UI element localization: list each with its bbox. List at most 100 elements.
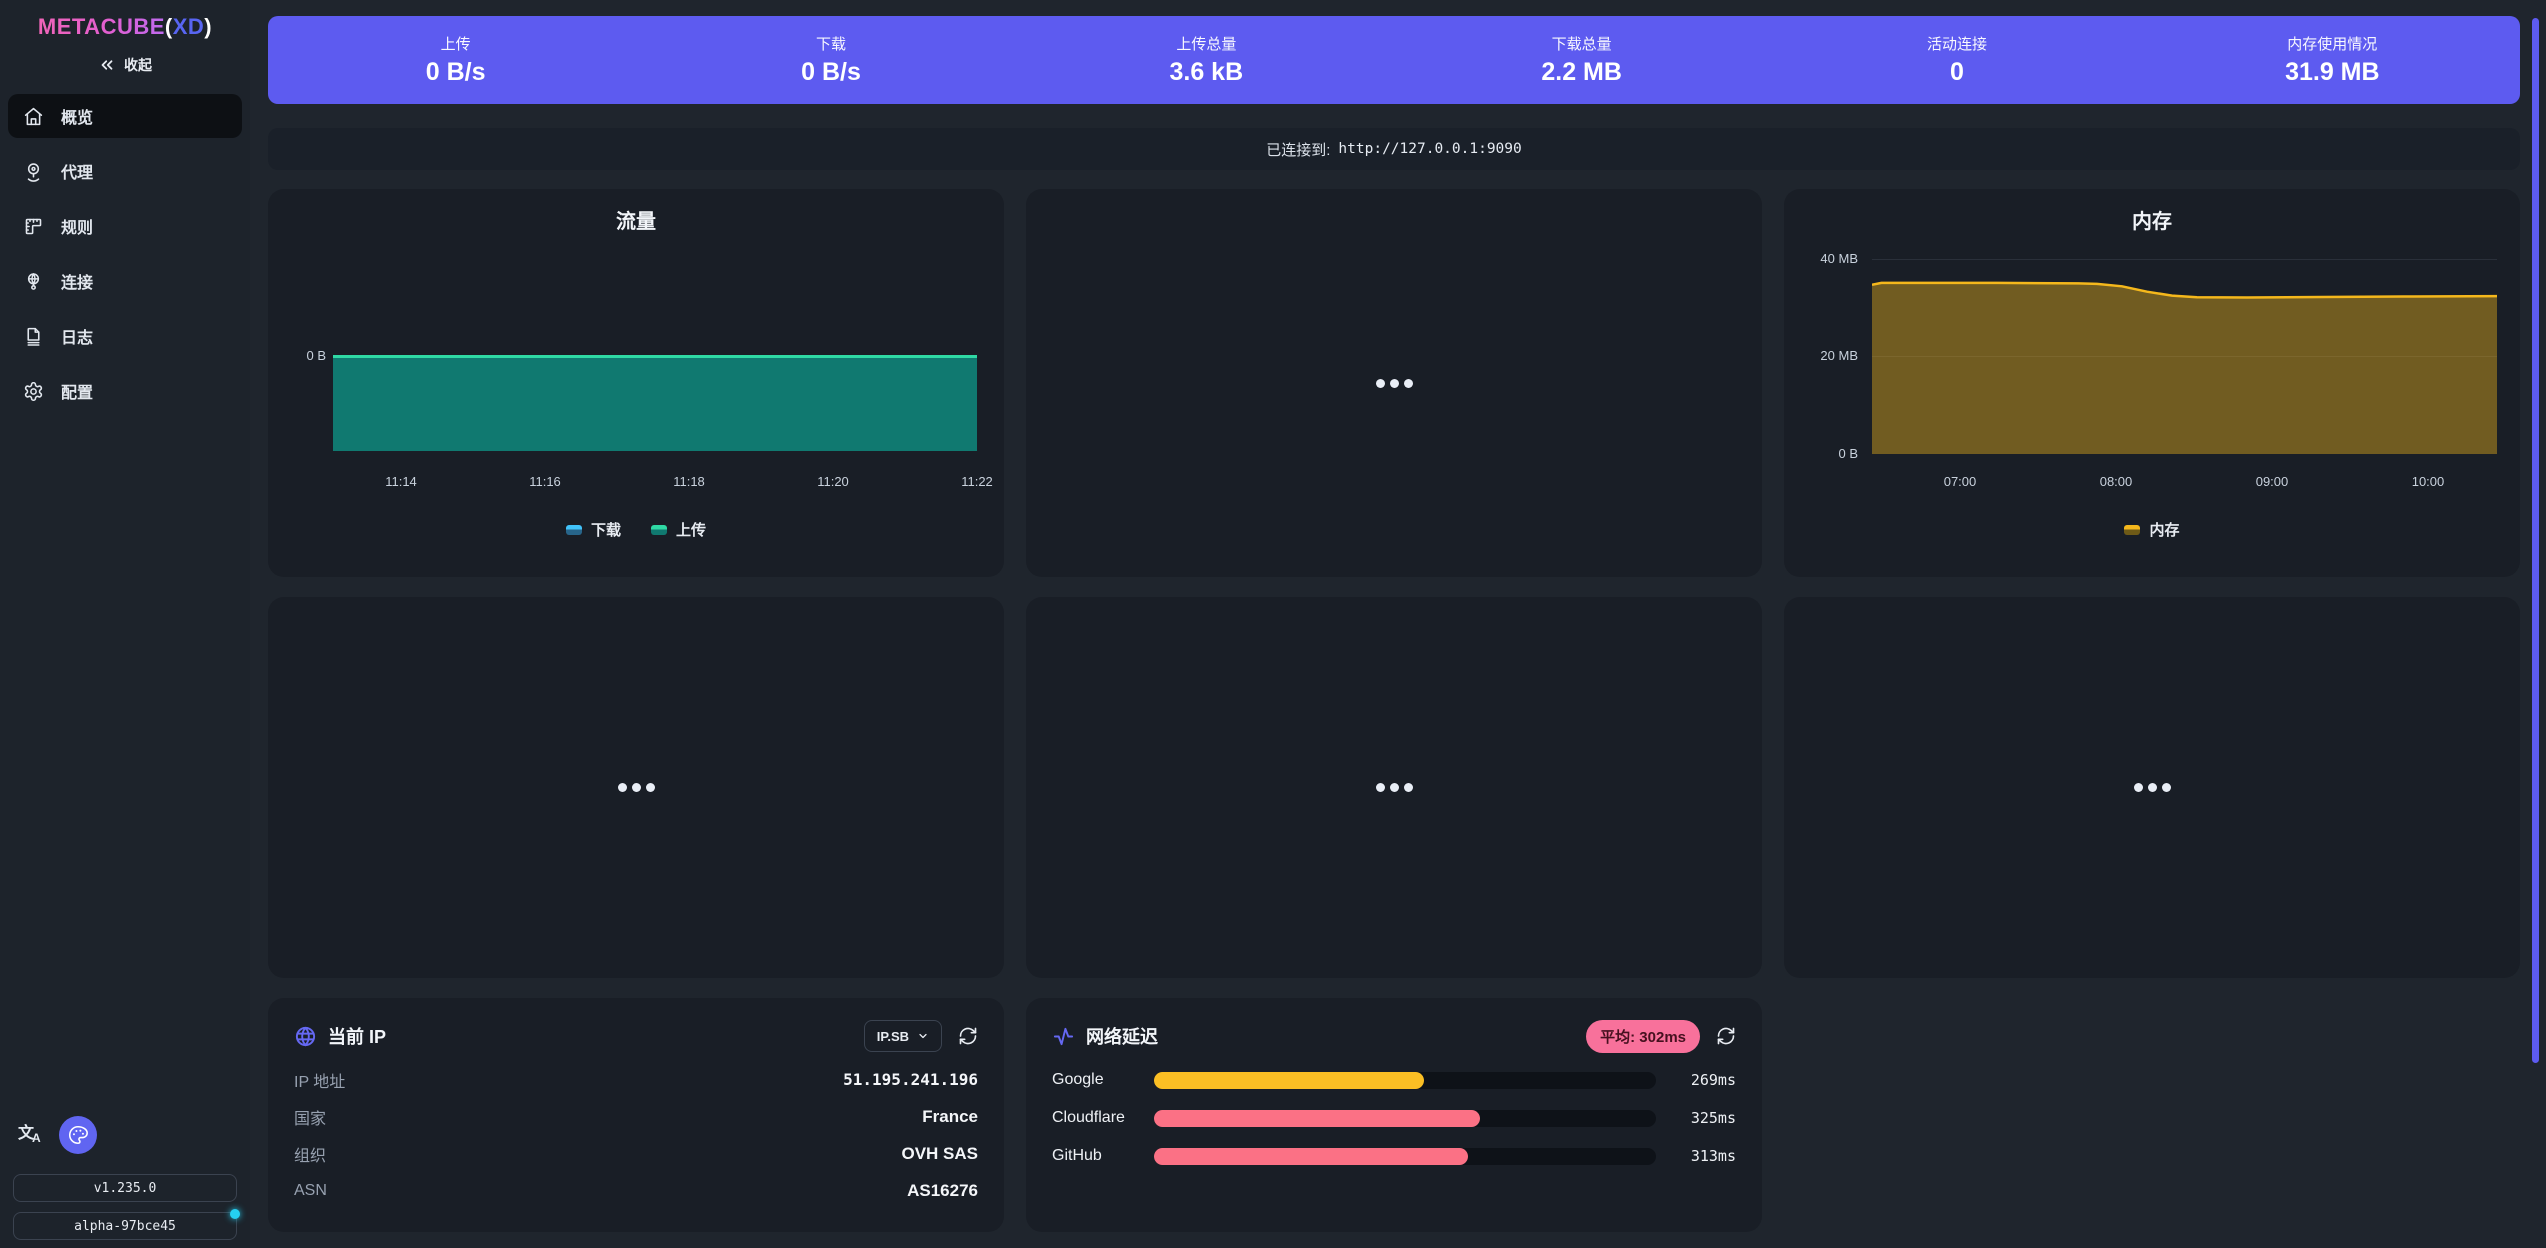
sidebar-item-overview[interactable]: 概览 — [8, 94, 242, 138]
stat-upload-total: 上传总量3.6 kB — [1019, 16, 1394, 104]
memory-legend-marker — [2124, 525, 2140, 535]
loading-card — [1026, 189, 1762, 577]
sidebar-bottom: 文A v1.235.0 alpha-97bce45 — [0, 1116, 250, 1240]
logo-brand: METACUBE — [38, 14, 165, 39]
core-version-button[interactable]: v1.235.0 — [13, 1174, 237, 1202]
backend-url: http://127.0.0.1:9090 — [1338, 141, 1521, 157]
activity-icon — [1052, 1025, 1075, 1048]
upload-legend-marker — [651, 525, 667, 535]
connected-status-bar: 已连接到: http://127.0.0.1:9090 — [268, 128, 2520, 170]
stat-download-total: 下载总量2.2 MB — [1394, 16, 1769, 104]
traffic-x-tick: 11:14 — [385, 474, 417, 489]
logo-accent: XD — [173, 14, 205, 39]
memory-x-tick: 10:00 — [2412, 474, 2445, 489]
stat-memory-usage: 内存使用情况31.9 MB — [2145, 16, 2520, 104]
latency-card-title: 网络延迟 — [1086, 1023, 1158, 1049]
memory-y-tick: 0 B — [1800, 446, 1858, 461]
language-icon[interactable]: 文A — [18, 1126, 41, 1144]
empty-grid-cell — [1784, 998, 2520, 1232]
chevrons-left-icon — [98, 56, 116, 74]
refresh-icon — [1716, 1026, 1736, 1046]
traffic-chart-title: 流量 — [268, 189, 1004, 234]
refresh-icon — [958, 1026, 978, 1046]
average-latency-badge: 平均: 302ms — [1586, 1020, 1700, 1053]
loading-dots — [1376, 783, 1413, 792]
loading-dots — [618, 783, 655, 792]
traffic-area-series — [333, 355, 977, 451]
traffic-legend: 下载 上传 — [268, 519, 1004, 540]
ip-provider-select[interactable]: IP.SB — [864, 1020, 942, 1052]
traffic-x-tick: 11:22 — [961, 474, 993, 489]
update-indicator-dot — [230, 1209, 240, 1219]
dashboard-grid: 流量 0 B 11:14 11:16 11:18 11:20 11:22 下载 … — [268, 189, 2520, 1232]
memory-x-tick: 08:00 — [2100, 474, 2133, 489]
latency-bar-fill — [1154, 1148, 1468, 1165]
memory-chart-card: 内存 40 MB 20 MB 0 B 07:00 08:00 09:00 10:… — [1784, 189, 2520, 577]
memory-x-tick: 07:00 — [1944, 474, 1977, 489]
chevron-down-icon — [917, 1030, 929, 1042]
main-content: 上传0 B/s 下载0 B/s 上传总量3.6 kB 下载总量2.2 MB 活动… — [250, 0, 2546, 1248]
latency-refresh-button[interactable] — [1716, 1026, 1736, 1046]
globe-icon — [294, 1025, 317, 1048]
network-latency-card: 网络延迟 平均: 302ms Google 269ms Cloudflare — [1026, 998, 1762, 1232]
file-text-icon — [23, 326, 44, 347]
theme-palette-button[interactable] — [59, 1116, 97, 1154]
organization-row: 组织OVH SAS — [294, 1135, 978, 1172]
legend-item-download[interactable]: 下载 — [566, 519, 621, 540]
country-row: 国家France — [294, 1098, 978, 1135]
memory-y-tick: 20 MB — [1800, 348, 1858, 363]
ui-version-button[interactable]: alpha-97bce45 — [13, 1212, 237, 1240]
memory-y-tick: 40 MB — [1800, 251, 1858, 266]
sidebar-menu: 概览 代理 规则 连接 日志 配置 — [8, 94, 242, 413]
traffic-y-tick: 0 B — [290, 348, 326, 363]
collapse-sidebar-button[interactable]: 收起 — [0, 50, 250, 80]
stat-download: 下载0 B/s — [643, 16, 1018, 104]
network-globe-icon — [23, 271, 44, 292]
asn-row: ASNAS16276 — [294, 1172, 978, 1209]
app-logo: METACUBE(XD) — [0, 14, 250, 40]
loading-card — [268, 597, 1004, 978]
memory-chart-title: 内存 — [1784, 189, 2520, 234]
legend-item-memory[interactable]: 内存 — [2124, 519, 2179, 540]
latency-bar-fill — [1154, 1072, 1424, 1089]
globe-stand-icon — [23, 161, 44, 182]
latency-bar-track — [1154, 1072, 1656, 1089]
latency-bar-track — [1154, 1148, 1656, 1165]
sidebar-item-logs[interactable]: 日志 — [8, 314, 242, 358]
latency-row-github: GitHub 313ms — [1052, 1137, 1736, 1175]
latency-bar-track — [1154, 1110, 1656, 1127]
sidebar-item-connections[interactable]: 连接 — [8, 259, 242, 303]
sidebar-item-rules[interactable]: 规则 — [8, 204, 242, 248]
sidebar: METACUBE(XD) 收起 概览 代理 规则 连接 日志 配置 — [0, 0, 250, 1248]
download-legend-marker — [566, 525, 582, 535]
traffic-x-tick: 11:16 — [529, 474, 561, 489]
memory-x-tick: 09:00 — [2256, 474, 2289, 489]
home-icon — [23, 106, 44, 127]
traffic-x-tick: 11:18 — [673, 474, 705, 489]
latency-row-google: Google 269ms — [1052, 1061, 1736, 1099]
gear-icon — [23, 381, 44, 402]
scrollbar-thumb[interactable] — [2532, 18, 2539, 1063]
collapse-label: 收起 — [124, 55, 152, 75]
legend-item-upload[interactable]: 上传 — [651, 519, 706, 540]
traffic-x-tick: 11:20 — [817, 474, 849, 489]
loading-card — [1026, 597, 1762, 978]
ip-card-title: 当前 IP — [328, 1023, 386, 1049]
stats-bar: 上传0 B/s 下载0 B/s 上传总量3.6 kB 下载总量2.2 MB 活动… — [268, 16, 2520, 104]
latency-row-cloudflare: Cloudflare 325ms — [1052, 1099, 1736, 1137]
ruler-icon — [23, 216, 44, 237]
loading-card — [1784, 597, 2520, 978]
memory-area-series — [1872, 245, 2497, 454]
memory-legend: 内存 — [1784, 519, 2520, 540]
sidebar-item-proxies[interactable]: 代理 — [8, 149, 242, 193]
traffic-chart-card: 流量 0 B 11:14 11:16 11:18 11:20 11:22 下载 … — [268, 189, 1004, 577]
stat-upload: 上传0 B/s — [268, 16, 643, 104]
stat-active-connections: 活动连接0 — [1769, 16, 2144, 104]
ip-address-row: IP 地址51.195.241.196 — [294, 1061, 978, 1098]
loading-dots — [1376, 379, 1413, 388]
connected-prefix: 已连接到: — [1266, 139, 1330, 160]
palette-icon — [67, 1124, 89, 1146]
ip-refresh-button[interactable] — [958, 1026, 978, 1046]
sidebar-item-config[interactable]: 配置 — [8, 369, 242, 413]
scrollbar[interactable] — [2532, 0, 2539, 1248]
